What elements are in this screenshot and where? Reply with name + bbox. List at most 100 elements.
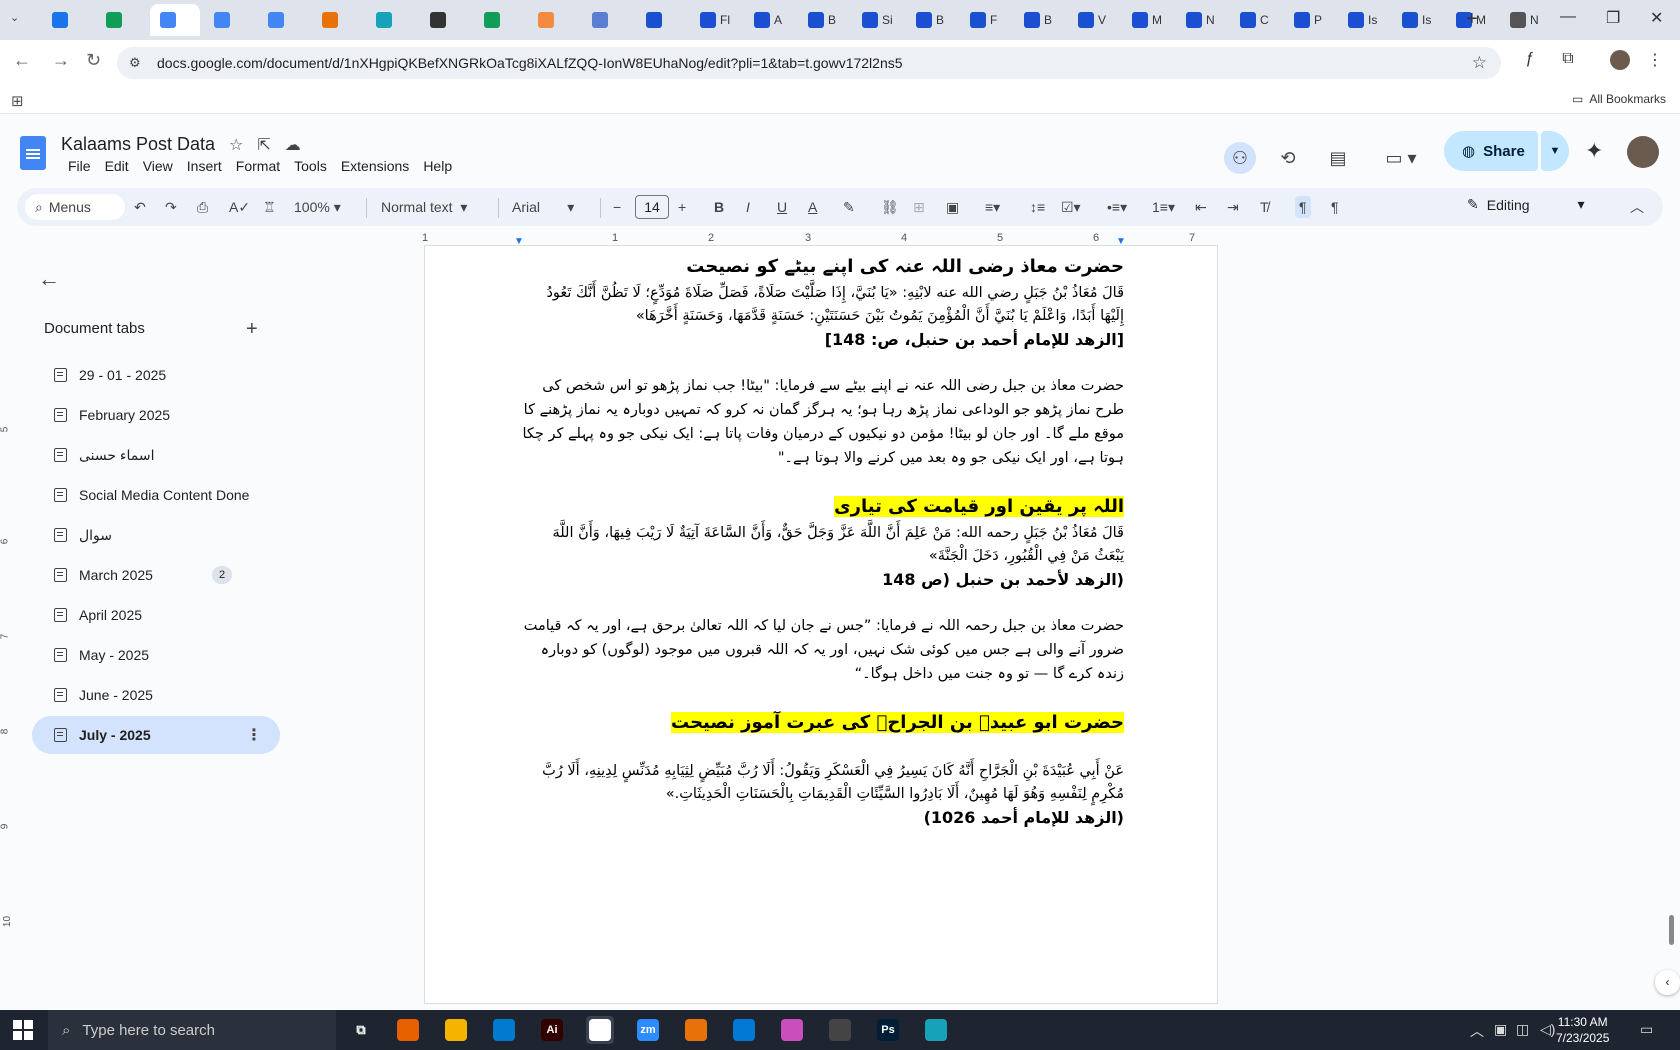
browser-tab[interactable] [528, 4, 578, 36]
browser-tab[interactable]: N [1500, 4, 1550, 36]
photoshop-icon[interactable]: Ps [874, 1016, 902, 1044]
apps-grid-icon[interactable]: ⊞ [11, 92, 24, 110]
decrease-font-icon[interactable]: − [613, 196, 621, 218]
file-explorer-icon[interactable] [442, 1016, 470, 1044]
document-tab-item[interactable]: March 2025 2 [32, 556, 280, 594]
menu-item-tools[interactable]: Tools [287, 158, 334, 174]
app-icon[interactable] [682, 1016, 710, 1044]
redo-icon[interactable]: ↷ [165, 196, 177, 218]
meet-video-icon[interactable]: ▭ ▾ [1376, 142, 1426, 174]
close-icon[interactable]: ✕ [1650, 8, 1663, 28]
site-info-icon[interactable]: ⚙ [129, 55, 141, 71]
document-tab-item[interactable]: Social Media Content Done [32, 476, 280, 514]
browser-tab[interactable] [312, 4, 362, 36]
italic-icon[interactable]: I [746, 196, 750, 218]
line-spacing-icon[interactable]: ↕≡ [1030, 196, 1045, 218]
document-tab-item[interactable]: April 2025 [32, 596, 280, 634]
browser-tab[interactable] [258, 4, 308, 36]
browser-tab[interactable]: M [1122, 4, 1172, 36]
menu-item-insert[interactable]: Insert [180, 158, 229, 174]
add-tab-button[interactable]: + [246, 318, 258, 341]
collapse-toolbar-icon[interactable]: ︿ [1630, 196, 1644, 218]
extensions-puzzle-icon[interactable]: ⧉ [1558, 50, 1578, 70]
bookmark-star-icon[interactable]: ☆ [1472, 53, 1487, 73]
reload-icon[interactable]: ↻ [86, 50, 101, 71]
firefox-icon[interactable] [394, 1016, 422, 1044]
user-avatar[interactable] [1627, 136, 1659, 168]
link-icon[interactable]: ⛓ [881, 196, 899, 218]
align-icon[interactable]: ≡▾ [985, 196, 1000, 218]
illustrator-icon[interactable]: Ai [538, 1016, 566, 1044]
url-bar[interactable]: ⚙ docs.google.com/document/d/1nXHgpiQKBe… [117, 47, 1501, 79]
tab-search-icon[interactable]: ⌄ [10, 11, 19, 24]
document-tab-item[interactable]: February 2025 [32, 396, 280, 434]
browser-tab[interactable]: V [1068, 4, 1118, 36]
chrome-icon[interactable] [586, 1016, 614, 1044]
browser-tab[interactable]: N [1176, 4, 1226, 36]
comments-icon[interactable]: ▤ [1322, 142, 1354, 174]
windows-start-icon[interactable] [13, 1020, 33, 1040]
menu-item-help[interactable]: Help [416, 158, 459, 174]
browser-tab[interactable]: Is [1392, 4, 1442, 36]
side-panel-toggle-icon[interactable]: ‹ [1655, 970, 1680, 995]
browser-tab[interactable]: F [960, 4, 1010, 36]
browser-tab[interactable] [636, 4, 686, 36]
bulleted-list-icon[interactable]: •≡▾ [1107, 196, 1127, 218]
browser-tab[interactable]: B [906, 4, 956, 36]
increase-indent-icon[interactable]: ⇥ [1227, 196, 1239, 218]
document-tab-item[interactable]: 29 - 01 - 2025 [32, 356, 280, 394]
menus-search[interactable]: ⌕ Menus [25, 194, 125, 220]
app-icon[interactable] [778, 1016, 806, 1044]
document-tab-item[interactable]: May - 2025 [32, 636, 280, 674]
document-body[interactable]: حضرت معاذ رضی اللہ عنہ کی اپنے بیٹے کو ن… [520, 246, 1124, 830]
tray-chevron-icon[interactable]: ︿ [1470, 1021, 1484, 1041]
rtl-icon[interactable]: ¶ [1295, 196, 1311, 218]
browser-tab[interactable] [582, 4, 632, 36]
document-tab-item[interactable]: July - 2025 ⋮ [32, 716, 280, 754]
forward-icon[interactable]: → [52, 50, 70, 71]
browser-tab[interactable]: Si [852, 4, 902, 36]
close-sidebar-arrow-icon[interactable]: ← [38, 266, 60, 292]
menu-item-format[interactable]: Format [229, 158, 287, 174]
tray-app-icon[interactable]: ▣ [1494, 1021, 1507, 1038]
browser-tab[interactable]: B [798, 4, 848, 36]
zoom-icon[interactable]: zm [634, 1016, 662, 1044]
document-tab-item[interactable]: اسماء حسنی [32, 436, 280, 474]
app-icon[interactable] [922, 1016, 950, 1044]
style-select[interactable]: Normal text ▾ [381, 196, 467, 218]
more-options-icon[interactable]: ⋮ [246, 725, 262, 745]
vscode-icon[interactable] [490, 1016, 518, 1044]
bold-icon[interactable]: B [714, 196, 724, 218]
browser-tab[interactable] [42, 4, 92, 36]
document-tab-item[interactable]: سوال [32, 516, 280, 554]
browser-tab[interactable]: A [744, 4, 794, 36]
paint-format-icon[interactable]: ♖ [263, 196, 276, 218]
back-icon[interactable]: ← [13, 50, 31, 71]
gemini-icon[interactable]: ✦ [1585, 138, 1603, 164]
undo-icon[interactable]: ↶ [134, 196, 146, 218]
minimize-icon[interactable]: — [1560, 8, 1576, 26]
browser-tab[interactable] [96, 4, 146, 36]
browser-tab[interactable]: C [1230, 4, 1280, 36]
browser-tab[interactable] [150, 4, 200, 36]
browser-tab[interactable] [204, 4, 254, 36]
document-tab-item[interactable]: June - 2025 [32, 676, 280, 714]
spellcheck-icon[interactable]: A✓ [229, 196, 250, 218]
share-button[interactable]: ◍ Share [1444, 131, 1538, 171]
move-icon[interactable]: ⇱ [257, 135, 270, 155]
volume-icon[interactable]: ◁) [1540, 1021, 1555, 1038]
font-size-input[interactable]: 14 [635, 195, 669, 219]
underline-icon[interactable]: U [777, 196, 787, 218]
taskbar-search[interactable]: ⌕ Type here to search [48, 1010, 336, 1050]
network-icon[interactable]: ◫ [1516, 1021, 1529, 1038]
zoom-select[interactable]: 100% ▾ [294, 196, 341, 218]
document-page[interactable]: حضرت معاذ رضی اللہ عنہ کی اپنے بیٹے کو ن… [424, 246, 1218, 1004]
text-color-icon[interactable]: A [808, 196, 817, 218]
star-icon[interactable]: ☆ [229, 135, 243, 155]
browser-tab[interactable]: Fl [690, 4, 740, 36]
horizontal-ruler[interactable]: 1 1 2 3 4 5 6 7 ▼ ▼ [422, 232, 1218, 247]
browser-tab[interactable]: B [1014, 4, 1064, 36]
decrease-indent-icon[interactable]: ⇤ [1195, 196, 1207, 218]
browser-tab[interactable]: P [1284, 4, 1334, 36]
editing-mode-select[interactable]: ✎ Editing ▾ [1467, 196, 1585, 213]
